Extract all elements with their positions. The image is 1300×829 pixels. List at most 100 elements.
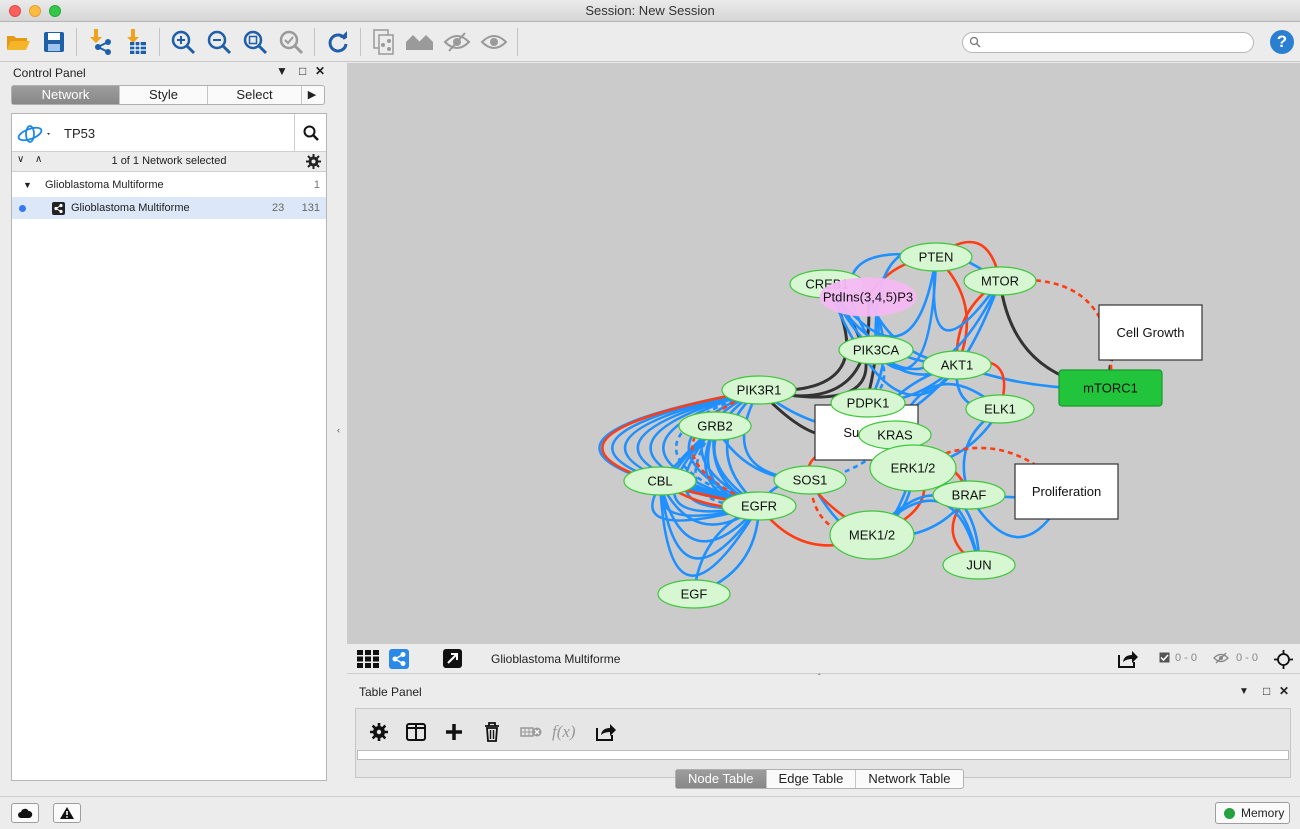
- collapse-triangle-icon[interactable]: ▼: [23, 174, 32, 196]
- node-table[interactable]: [357, 750, 1289, 760]
- zoom-out-icon[interactable]: [204, 27, 234, 57]
- open-session-icon[interactable]: [3, 27, 33, 57]
- node-cellgrowth[interactable]: Cell Growth: [1098, 304, 1203, 361]
- network-search-input[interactable]: TP53: [64, 126, 95, 141]
- hidden-count: 0 - 0: [1236, 652, 1259, 664]
- node-proliferation[interactable]: Proliferation: [1014, 463, 1119, 520]
- title-bar: Session: New Session: [0, 0, 1300, 22]
- node-egf[interactable]: EGF: [657, 579, 731, 609]
- refresh-layout-icon[interactable]: [323, 27, 353, 57]
- node-label: ELK1: [984, 402, 1016, 417]
- node-mtorc1[interactable]: mTORC1: [1058, 369, 1163, 407]
- close-window-button[interactable]: [9, 5, 21, 17]
- node-label: Proliferation: [1032, 484, 1101, 499]
- chevron-down-icon[interactable]: ▼: [276, 64, 288, 78]
- fit-view-crosshair-icon[interactable]: [1274, 650, 1293, 672]
- node-braf[interactable]: BRAF: [932, 480, 1006, 510]
- float-panel-icon[interactable]: □: [1263, 684, 1270, 698]
- float-panel-icon[interactable]: □: [299, 64, 306, 78]
- close-panel-icon[interactable]: ✕: [315, 64, 325, 78]
- network-name: Glioblastoma Multiforme: [71, 202, 190, 214]
- table-panel: Table Panel ▼ □ ✕ f(x) Node Table Edge T…: [347, 680, 1300, 795]
- splitter-handle[interactable]: ‹: [337, 425, 340, 435]
- network-graph[interactable]: PTENMTORCREB1PtdIns(3,4,5)P3Cell GrowthP…: [347, 63, 1300, 644]
- node-pik3ca[interactable]: PIK3CA: [838, 335, 914, 365]
- node-egfr[interactable]: EGFR: [721, 491, 797, 521]
- gear-icon[interactable]: [370, 723, 388, 744]
- zoom-in-icon[interactable]: [168, 27, 198, 57]
- node-label: JUN: [966, 558, 991, 573]
- export-table-icon[interactable]: [595, 722, 617, 745]
- node-pdpk1[interactable]: PDPK1: [830, 388, 906, 418]
- node-erk12[interactable]: ERK1/2: [869, 444, 957, 492]
- node-jun[interactable]: JUN: [942, 550, 1016, 580]
- close-panel-icon[interactable]: ✕: [1279, 684, 1289, 698]
- node-elk1[interactable]: ELK1: [965, 394, 1035, 424]
- help-button[interactable]: ?: [1270, 30, 1294, 54]
- node-pten[interactable]: PTEN: [899, 242, 973, 272]
- new-network-from-selection-icon[interactable]: [369, 27, 399, 57]
- node-label: BRAF: [952, 488, 987, 503]
- selection-status-text: 1 of 1 Network selected: [111, 155, 227, 167]
- warning-icon[interactable]: [53, 803, 81, 823]
- node-mek12[interactable]: MEK1/2: [829, 510, 915, 560]
- grid-view-icon[interactable]: [357, 650, 379, 671]
- network-list-panel: TP53 ∨ ∧ 1 of 1 Network selected ▼ Gliob…: [11, 113, 327, 781]
- import-network-icon[interactable]: [85, 27, 115, 57]
- tab-network-table[interactable]: Network Table: [856, 770, 962, 788]
- tab-style[interactable]: Style: [120, 86, 208, 104]
- node-pik3r1[interactable]: PIK3R1: [721, 375, 797, 405]
- minimize-window-button[interactable]: [29, 5, 41, 17]
- delete-column-icon[interactable]: [484, 722, 500, 745]
- tab-network[interactable]: Network: [12, 86, 120, 104]
- network-collection-row[interactable]: ▼ Glioblastoma Multiforme 1: [12, 174, 326, 196]
- collection-name: Glioblastoma Multiforme: [45, 179, 164, 191]
- collection-count: 1: [313, 179, 320, 191]
- selection-status-row: ∨ ∧ 1 of 1 Network selected: [12, 152, 326, 172]
- tab-edge-table[interactable]: Edge Table: [767, 770, 857, 788]
- edge-PTEN-AKT1[interactable]: [935, 256, 969, 366]
- network-canvas[interactable]: PTEN MTOR CREB1 PtdIns(3,4,5)P3 Cell Growth P…: [347, 63, 1300, 644]
- zoom-selected-icon[interactable]: [276, 27, 306, 57]
- show-all-icon[interactable]: [405, 27, 435, 57]
- tab-node-table[interactable]: Node Table: [676, 770, 767, 788]
- delete-function-icon[interactable]: [520, 726, 542, 741]
- save-session-icon[interactable]: [39, 27, 69, 57]
- function-builder-button[interactable]: f(x): [552, 722, 576, 742]
- zoom-window-button[interactable]: [49, 5, 61, 17]
- network-view-icon[interactable]: [389, 649, 409, 669]
- network-view-bar: Glioblastoma Multiforme 0 - 0 0 - 0: [347, 644, 1300, 674]
- node-label: PtdIns(3,4,5)P3: [823, 290, 913, 305]
- node-label: EGF: [681, 587, 708, 602]
- node-label: MEK1/2: [849, 528, 895, 543]
- node-akt1[interactable]: AKT1: [922, 350, 992, 380]
- search-provider-icon[interactable]: [16, 124, 52, 147]
- show-selected-icon[interactable]: [479, 27, 509, 57]
- detach-view-icon[interactable]: [443, 649, 462, 668]
- memory-button[interactable]: Memory: [1215, 802, 1290, 824]
- export-icon[interactable]: [1117, 649, 1139, 672]
- tab-more-arrow-icon[interactable]: ▶: [302, 86, 322, 104]
- gear-icon[interactable]: [306, 154, 321, 172]
- cloud-icon[interactable]: [11, 803, 39, 823]
- control-panel-title: Control Panel: [13, 66, 86, 80]
- import-table-icon[interactable]: [120, 27, 150, 57]
- node-mtor[interactable]: MTOR: [963, 266, 1037, 296]
- node-label: GRB2: [697, 419, 732, 434]
- main-toolbar: ?: [0, 22, 1300, 62]
- add-column-icon[interactable]: [445, 723, 463, 744]
- node-sos1[interactable]: SOS1: [773, 465, 847, 495]
- chevron-down-icon[interactable]: ▼: [1239, 686, 1249, 697]
- hide-selected-icon[interactable]: [442, 27, 472, 57]
- node-cbl[interactable]: CBL: [623, 466, 697, 496]
- node-pip3[interactable]: PtdIns(3,4,5)P3: [819, 277, 917, 317]
- zoom-fit-icon[interactable]: [240, 27, 270, 57]
- node-grb2[interactable]: GRB2: [678, 411, 752, 441]
- network-search-button[interactable]: [294, 114, 326, 152]
- network-row[interactable]: Glioblastoma Multiforme 23 131: [12, 197, 326, 219]
- global-search-input[interactable]: [962, 32, 1254, 53]
- node-label: MTOR: [981, 274, 1019, 289]
- node-layer: PTENMTORCREB1PtdIns(3,4,5)P3Cell GrowthP…: [623, 242, 1203, 609]
- tab-select[interactable]: Select: [208, 86, 302, 104]
- show-columns-icon[interactable]: [406, 723, 426, 744]
